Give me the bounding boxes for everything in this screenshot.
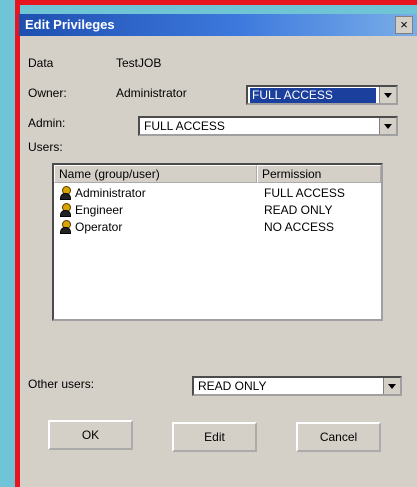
- cancel-button[interactable]: Cancel: [296, 422, 381, 452]
- admin-label: Admin:: [28, 116, 66, 130]
- users-label: Users:: [28, 140, 63, 154]
- other-users-select[interactable]: READ ONLY: [192, 376, 402, 396]
- chevron-down-icon[interactable]: [383, 378, 400, 394]
- owner-label: Owner:: [28, 86, 67, 100]
- user-icon: [60, 186, 71, 200]
- window-title: Edit Privileges: [25, 17, 115, 32]
- close-icon[interactable]: ×: [395, 16, 413, 34]
- admin-access-value: FULL ACCESS: [144, 119, 225, 133]
- user-permission: NO ACCESS: [264, 220, 335, 234]
- chevron-down-icon[interactable]: [379, 118, 396, 134]
- user-icon: [60, 203, 71, 217]
- user-row[interactable]: Administrator FULL ACCESS: [54, 185, 381, 201]
- column-header-name[interactable]: Name (group/user): [54, 165, 257, 183]
- user-permission: FULL ACCESS: [264, 186, 345, 200]
- data-value: TestJOB: [116, 56, 162, 70]
- other-users-label: Other users:: [28, 377, 95, 391]
- window-frame: Edit Privileges × Data TestJOB Owner: Ad…: [0, 0, 417, 487]
- other-users-value: READ ONLY: [198, 379, 267, 393]
- user-name: Operator: [75, 220, 123, 234]
- user-row[interactable]: Engineer READ ONLY: [54, 202, 381, 218]
- user-permission: READ ONLY: [264, 203, 333, 217]
- ok-button[interactable]: OK: [48, 420, 133, 450]
- red-top-border: [15, 0, 417, 5]
- chevron-down-icon[interactable]: [379, 87, 396, 103]
- owner-access-value: FULL ACCESS: [250, 88, 376, 103]
- data-label: Data: [28, 56, 54, 70]
- title-bar[interactable]: Edit Privileges ×: [19, 14, 417, 36]
- owner-access-select[interactable]: FULL ACCESS: [246, 85, 398, 105]
- admin-access-select[interactable]: FULL ACCESS: [138, 116, 398, 136]
- owner-value: Administrator: [116, 86, 187, 100]
- user-row[interactable]: Operator NO ACCESS: [54, 219, 381, 235]
- user-icon: [60, 220, 71, 234]
- users-list[interactable]: Name (group/user) Permission Administrat…: [52, 163, 383, 321]
- edit-button[interactable]: Edit: [172, 422, 257, 452]
- user-name: Administrator: [75, 186, 146, 200]
- user-name: Engineer: [75, 203, 124, 217]
- column-header-permission[interactable]: Permission: [257, 165, 381, 183]
